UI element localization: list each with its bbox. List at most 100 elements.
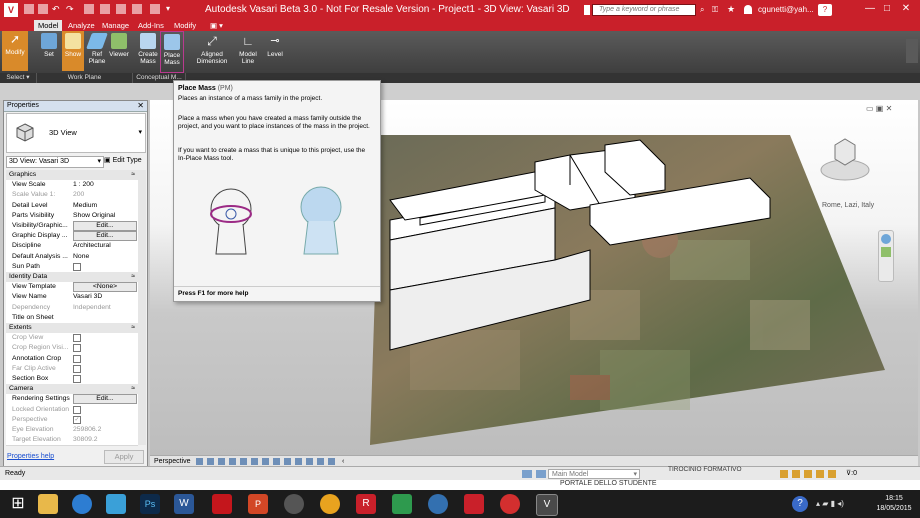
ribbon-options-icon[interactable]: ▣ ▾ — [206, 20, 227, 31]
powerpoint-icon[interactable]: P — [248, 494, 268, 514]
view-control-icons[interactable] — [196, 458, 336, 465]
app-icon-globe[interactable] — [428, 494, 448, 514]
collapse-icon[interactable]: ≈ — [131, 384, 135, 394]
search-icon[interactable]: ⌕ — [700, 5, 704, 15]
checkbox-box[interactable] — [73, 364, 81, 373]
view-window-controls[interactable]: ▭ ▣ ✕ — [866, 104, 892, 113]
3d-view-icon[interactable] — [132, 4, 142, 14]
navigation-bar[interactable] — [878, 230, 894, 282]
property-checkbox[interactable]: ✓ — [73, 415, 135, 425]
selection-options-icons[interactable] — [780, 470, 840, 478]
photoshop-icon[interactable]: Ps — [140, 494, 160, 514]
properties-scrollbar[interactable] — [138, 170, 146, 445]
user-name[interactable]: cgunetti@yah... — [758, 5, 814, 14]
word-icon[interactable]: W — [174, 494, 194, 514]
clock[interactable]: 18:15 18/05/2015 — [872, 494, 916, 514]
app-icon-red[interactable] — [500, 494, 520, 514]
tab-model[interactable]: Model — [34, 20, 63, 31]
properties-panel: Properties ✕ 3D View ▾ 3D View: Vasari 3… — [3, 100, 148, 467]
checkbox-box[interactable] — [73, 405, 81, 414]
chrome-icon[interactable] — [320, 494, 340, 514]
apply-button[interactable]: Apply — [104, 450, 144, 464]
app-icon-blue[interactable] — [106, 494, 126, 514]
checkbox-box[interactable] — [73, 334, 81, 343]
favorites-star-icon[interactable]: ★ — [727, 4, 735, 15]
excel-icon[interactable] — [392, 494, 412, 514]
hp-icon[interactable] — [284, 494, 304, 514]
app-menu-button[interactable]: V — [4, 3, 18, 17]
group-select[interactable]: Select ▾ — [0, 73, 37, 83]
type-selector[interactable]: 3D View ▾ — [6, 113, 146, 153]
windows-start-icon[interactable]: ⊞ — [8, 494, 28, 514]
print-icon[interactable] — [84, 4, 94, 14]
tab-modify[interactable]: Modify — [170, 20, 200, 31]
undo-icon[interactable]: ↶ — [52, 4, 62, 14]
worksets-icon[interactable] — [522, 470, 532, 478]
tab-add-ins[interactable]: Add-Ins — [134, 20, 168, 31]
design-options-icon[interactable] — [536, 470, 546, 478]
collapse-icon[interactable]: ≈ — [131, 272, 135, 282]
qat-dropdown-icon[interactable]: ▾ — [166, 4, 176, 14]
property-value[interactable]: 30809.2 — [73, 435, 135, 445]
vasari-icon[interactable]: V — [536, 494, 558, 516]
open-icon[interactable] — [24, 4, 34, 14]
create-mass-button[interactable]: Create Mass — [136, 33, 160, 65]
property-value[interactable]: Vasari 3D — [73, 292, 135, 302]
switch-windows-icon[interactable] — [150, 4, 160, 14]
search-input[interactable]: Type a keyword or phrase — [592, 4, 696, 16]
property-edit-button[interactable]: Edit... — [73, 221, 137, 231]
ref-plane-button[interactable]: Ref Plane — [86, 33, 108, 65]
subscription-icon[interactable]: ⚿ — [712, 5, 718, 15]
aligned-dimension-button[interactable]: ⤢ Aligned Dimension — [192, 33, 232, 65]
filter-icon[interactable]: ⊽:0 — [846, 467, 857, 481]
property-value[interactable]: Architectural — [73, 241, 135, 251]
save-icon[interactable] — [38, 4, 48, 14]
place-mass-button[interactable]: Place Mass — [160, 31, 184, 73]
help-tray-icon[interactable]: ? — [792, 496, 808, 512]
zoom-icon[interactable] — [881, 247, 891, 257]
help-icon[interactable]: ? — [818, 4, 832, 16]
collapse-icon[interactable]: ≈ — [131, 170, 135, 180]
checkbox-box[interactable] — [73, 375, 81, 383]
measure-icon[interactable] — [100, 4, 110, 14]
model-line-button[interactable]: ∟ Model Line — [236, 33, 260, 65]
property-edit-button[interactable]: Edit... — [73, 231, 137, 242]
ribbon-scroll-icon[interactable] — [906, 39, 918, 63]
viewer-button[interactable]: Viewer — [108, 33, 130, 58]
edit-type-button[interactable]: ▣ Edit Type — [104, 156, 142, 166]
property-edit-button[interactable]: <None> — [73, 282, 137, 293]
property-value[interactable]: Show Original — [73, 211, 135, 221]
property-value[interactable]: 1 : 200 — [73, 180, 135, 190]
set-button[interactable]: Set — [38, 33, 60, 58]
collapse-icon[interactable]: ≈ — [131, 323, 135, 333]
instance-filter-select[interactable]: 3D View: Vasari 3D ▾ — [6, 156, 104, 168]
checkbox-box[interactable] — [73, 354, 81, 363]
tab-manage[interactable]: Manage — [98, 20, 133, 31]
property-value[interactable]: Independent — [73, 303, 135, 313]
checkbox-box[interactable] — [73, 262, 81, 271]
model-select[interactable]: Main Model ▾ — [548, 469, 640, 479]
modify-button[interactable]: ➚ Modify — [2, 31, 28, 71]
property-value[interactable]: Medium — [73, 201, 135, 211]
property-edit-button[interactable]: Edit... — [73, 394, 137, 405]
redo-icon[interactable]: ↷ — [66, 4, 76, 14]
checkbox-box[interactable]: ✓ — [73, 415, 81, 424]
properties-help-link[interactable]: Properties help — [7, 453, 54, 460]
tab-analyze[interactable]: Analyze — [64, 20, 99, 31]
acrobat-icon[interactable] — [212, 494, 232, 514]
text-icon[interactable] — [116, 4, 126, 14]
revit-icon[interactable]: R — [356, 494, 376, 514]
close-icon[interactable]: ✕ — [137, 101, 144, 111]
file-explorer-icon[interactable] — [38, 494, 58, 514]
show-button[interactable]: Show — [62, 31, 84, 71]
property-value[interactable]: None — [73, 252, 135, 262]
autocad-icon[interactable] — [464, 494, 484, 514]
checkbox-box[interactable] — [73, 344, 81, 353]
internet-explorer-icon[interactable] — [72, 494, 92, 514]
property-value[interactable]: 259806.2 — [73, 425, 135, 435]
system-tray-icons[interactable]: ▴ ▰ ▮ ◂) — [816, 499, 868, 509]
level-button[interactable]: ⊸ Level — [264, 33, 286, 58]
close-button[interactable]: ✕ — [892, 0, 920, 20]
steering-wheel-icon[interactable] — [881, 234, 891, 244]
property-value[interactable]: 200 — [73, 190, 135, 200]
